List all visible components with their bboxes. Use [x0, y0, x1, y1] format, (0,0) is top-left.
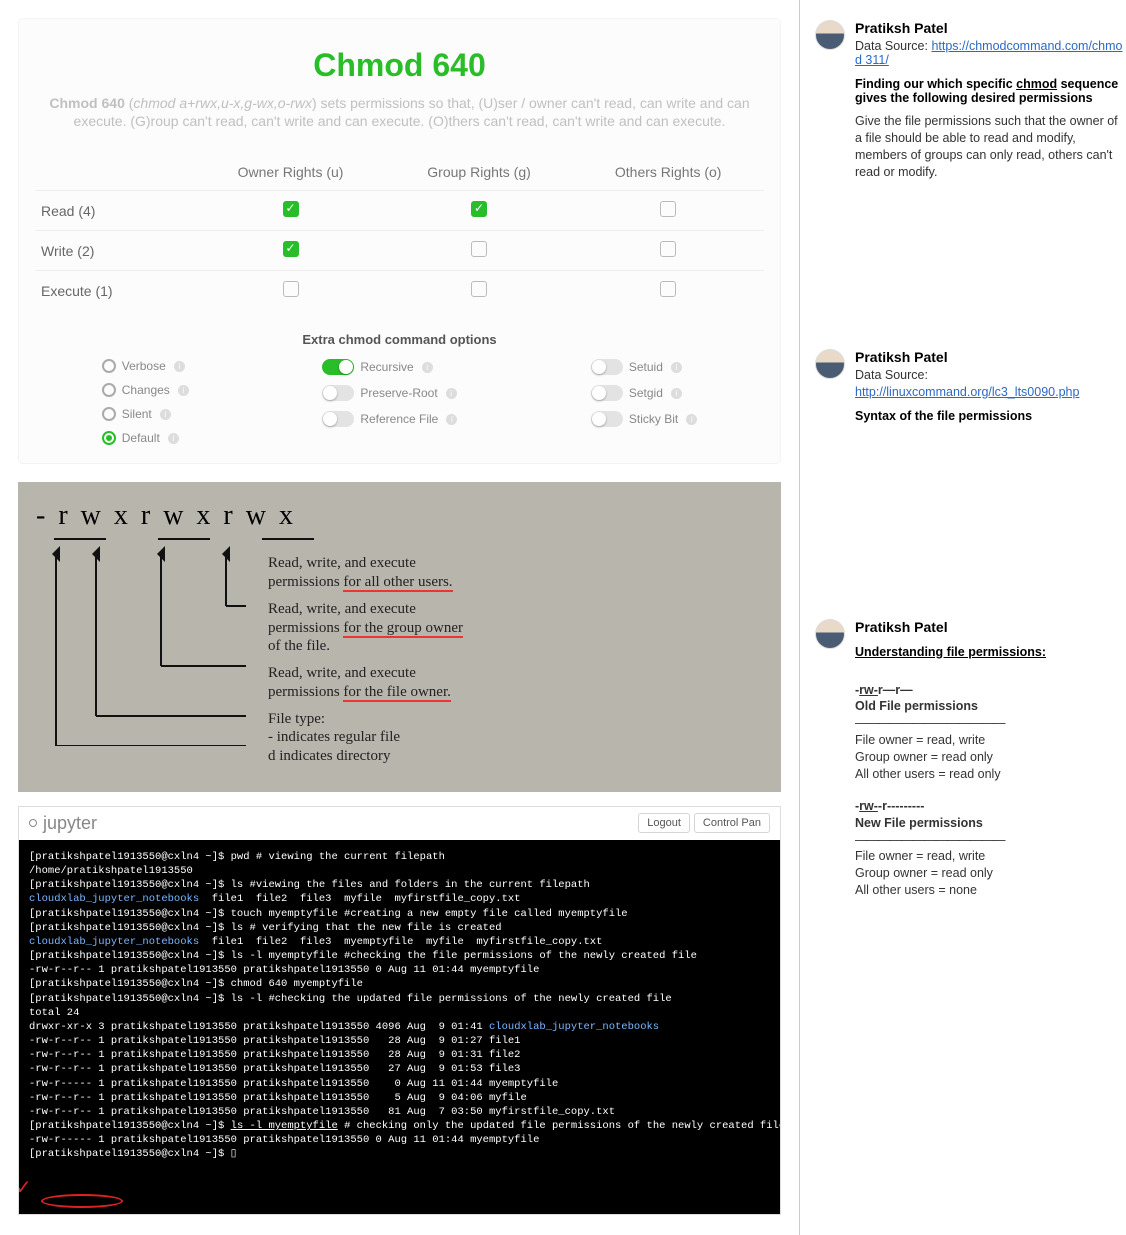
card-description: Chmod 640 (chmod a+rwx,u-x,g-wx,o-rwx) s… — [45, 94, 754, 130]
ann1-heading: Finding our which specific chmod sequenc… — [855, 77, 1126, 105]
diag-l2-ul: for the group owner — [343, 620, 463, 638]
radio-changes[interactable]: Changesi — [102, 383, 189, 397]
info-icon: i — [160, 409, 171, 420]
perm-checkbox[interactable] — [471, 281, 487, 297]
radio-default[interactable]: Defaulti — [102, 431, 189, 445]
col-others: Others Rights (o) — [572, 154, 764, 191]
logout-button[interactable]: Logout — [638, 813, 690, 833]
avatar — [815, 349, 845, 379]
card-title: Chmod 640 — [35, 47, 764, 84]
diag-l4: File type: — [268, 711, 325, 727]
row-label: Read (4) — [35, 191, 195, 231]
row-label: Execute (1) — [35, 271, 195, 311]
extras-row: Verbosei Changesi Silenti Defaulti Recursiv… — [35, 359, 764, 445]
diag-l1-ul: for all other users. — [343, 574, 452, 592]
switch-setuid[interactable]: Setuidi — [591, 359, 697, 375]
symbolic-string: - r w x r w x r w x — [36, 500, 763, 532]
info-icon: i — [446, 414, 457, 425]
diag-l2: Read, write, and execute — [268, 601, 416, 617]
diag-l3: Read, write, and execute — [268, 665, 416, 681]
author-name: Pratiksh Patel — [855, 20, 1126, 36]
author-name: Pratiksh Patel — [855, 349, 1126, 365]
perm-checkbox[interactable] — [283, 281, 299, 297]
col-owner: Owner Rights (u) — [195, 154, 385, 191]
source-link[interactable]: http://linuxcommand.org/lc3_lts0090.php — [855, 385, 1079, 399]
ann3-heading: Understanding file permissions: — [855, 645, 1126, 659]
annotation-circle — [41, 1194, 123, 1208]
arrow-illustration — [36, 546, 246, 746]
perm-checkbox[interactable] — [660, 241, 676, 257]
jupyter-panel: jupyter Logout Control Pan [pratikshpate… — [18, 806, 781, 1215]
switch-reference-file[interactable]: Reference Filei — [322, 411, 457, 427]
row-label: Write (2) — [35, 231, 195, 271]
switch-setgid[interactable]: Setgidi — [591, 385, 697, 401]
annotation-checkmark: ✓ — [19, 1175, 32, 1202]
diag-l1: Read, write, and execute — [268, 555, 416, 571]
ann2-heading: Syntax of the file permissions — [855, 409, 1126, 423]
perm-checkbox[interactable] — [283, 241, 299, 257]
info-icon: i — [174, 361, 185, 372]
perm-checkbox[interactable] — [283, 201, 299, 217]
ann1-body: Give the file permissions such that the … — [855, 113, 1126, 181]
switch-recursive[interactable]: Recursivei — [322, 359, 457, 375]
perm-checkbox[interactable] — [660, 281, 676, 297]
permissions-table: Owner Rights (u) Group Rights (g) Others… — [35, 154, 764, 310]
diag-l3-ul: for the file owner. — [343, 684, 450, 702]
info-icon: i — [422, 362, 433, 373]
info-icon: i — [686, 414, 697, 425]
perm-checkbox[interactable] — [471, 241, 487, 257]
info-icon: i — [178, 385, 189, 396]
avatar — [815, 619, 845, 649]
annotation-1: Pratiksh Patel Data Source: https://chmo… — [815, 20, 1126, 181]
switch-preserve-root[interactable]: Preserve-Rooti — [322, 385, 457, 401]
chmod-calculator-card: Chmod 640 Chmod 640 (chmod a+rwx,u-x,g-w… — [18, 18, 781, 464]
info-icon: i — [446, 388, 457, 399]
terminal-output: [pratikshpatel1913550@cxln4 ~]$ pwd # vi… — [19, 840, 780, 1214]
info-icon: i — [168, 433, 179, 444]
control-panel-button[interactable]: Control Pan — [694, 813, 770, 833]
radio-silent[interactable]: Silenti — [102, 407, 189, 421]
perm-checkbox[interactable] — [660, 201, 676, 217]
info-icon: i — [671, 362, 682, 373]
perm-checkbox[interactable] — [471, 201, 487, 217]
author-name: Pratiksh Patel — [855, 619, 1126, 635]
avatar — [815, 20, 845, 50]
rwx-diagram: - r w x r w x r w x Read, write, and exe… — [18, 482, 781, 792]
extras-heading: Extra chmod command options — [35, 332, 764, 347]
col-group: Group Rights (g) — [386, 154, 573, 191]
jupyter-logo: jupyter — [29, 813, 97, 834]
annotation-2: Pratiksh Patel Data Source: http://linux… — [815, 349, 1126, 431]
annotation-3: Pratiksh Patel Understanding file permis… — [815, 619, 1126, 900]
radio-verbose[interactable]: Verbosei — [102, 359, 189, 373]
switch-sticky-bit[interactable]: Sticky Biti — [591, 411, 697, 427]
info-icon: i — [671, 388, 682, 399]
